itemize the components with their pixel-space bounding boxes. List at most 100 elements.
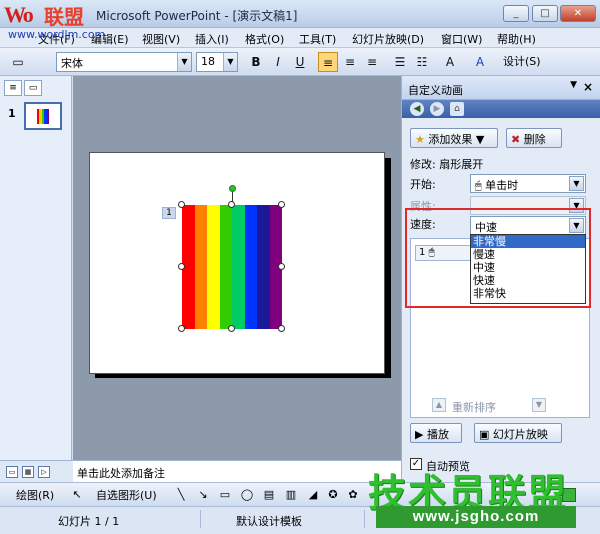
chevron-down-icon: ▼ xyxy=(569,218,584,233)
move-down-icon[interactable]: ▼ xyxy=(532,398,546,412)
task-pane-title: 自定义动画 xyxy=(408,84,463,97)
pane-tabs: ≡ ▭ xyxy=(4,80,64,96)
outline-tab-icon[interactable]: ≡ xyxy=(4,80,22,96)
status-template: 默认设计模板 xyxy=(236,515,302,528)
resize-handle[interactable] xyxy=(278,263,285,270)
delete-icon: ✖ xyxy=(511,133,521,146)
slideshow-icon: ▣ xyxy=(479,428,490,441)
slide[interactable]: 1 xyxy=(89,152,385,374)
menu-tools[interactable]: 工具(T) xyxy=(299,31,336,47)
rotation-handle[interactable] xyxy=(229,185,236,192)
slide-number: 1 xyxy=(8,107,16,120)
autoshapes-button[interactable]: 自选图形(U) xyxy=(96,487,157,503)
resize-handle[interactable] xyxy=(178,201,185,208)
bold-button[interactable]: B xyxy=(246,52,266,72)
arrow-icon[interactable]: ↘ xyxy=(196,488,210,502)
select-arrow-icon[interactable]: ↖ xyxy=(70,488,84,502)
add-effect-button[interactable]: ★ 添加效果 ▼ xyxy=(410,128,498,148)
resize-handle[interactable] xyxy=(228,325,235,332)
play-button[interactable]: ▶ 播放 xyxy=(410,423,462,443)
vertical-textbox-icon[interactable]: ▥ xyxy=(284,488,298,502)
numbered-list-icon[interactable]: ☰ xyxy=(390,52,410,72)
maximize-button[interactable]: □ xyxy=(532,5,558,22)
menu-window[interactable]: 窗口(W) xyxy=(441,31,482,47)
speed-option[interactable]: 慢速 xyxy=(471,248,585,261)
status-slide-count: 幻灯片 1 / 1 xyxy=(58,515,120,528)
speed-option[interactable]: 非常快 xyxy=(471,287,585,300)
textbox-icon[interactable]: ▤ xyxy=(262,488,276,502)
font-size-select[interactable]: 18 ▼ xyxy=(196,52,238,72)
notes-pane[interactable]: 单击此处添加备注 xyxy=(73,460,401,482)
delete-button[interactable]: ✖ 删除 xyxy=(506,128,562,148)
watermark-url: www.jsgho.com xyxy=(376,506,576,528)
menu-view[interactable]: 视图(V) xyxy=(142,31,180,47)
speed-option[interactable]: 中速 xyxy=(471,261,585,274)
align-left-icon[interactable]: ≡ xyxy=(318,52,338,72)
slideshow-view-icon[interactable]: ▷ xyxy=(38,466,50,478)
rectangle-icon[interactable]: ▭ xyxy=(218,488,232,502)
rainbow-stripe xyxy=(232,205,245,329)
start-select[interactable]: 🖱 单击时 ▼ xyxy=(470,174,586,193)
speed-label: 速度: xyxy=(410,218,436,231)
slide-thumbnail[interactable] xyxy=(24,102,62,130)
align-center-icon[interactable]: ≡ xyxy=(340,52,360,72)
status-divider xyxy=(364,510,365,528)
play-icon: ▶ xyxy=(415,428,424,441)
menu-format[interactable]: 格式(O) xyxy=(245,31,284,47)
bullet-list-icon[interactable]: ☷ xyxy=(412,52,432,72)
close-button[interactable]: ✕ xyxy=(560,5,596,22)
wordart-icon[interactable]: ◢ xyxy=(306,488,320,502)
site-logo-mark: Wo xyxy=(4,2,34,27)
view-buttons: ▭ ▦ ▷ xyxy=(0,460,73,482)
rainbow-shape[interactable] xyxy=(182,205,282,329)
speed-select[interactable]: 中速 ▼ xyxy=(470,216,586,235)
animation-order-tag[interactable]: 1 xyxy=(162,207,176,219)
align-right-icon[interactable]: ≡ xyxy=(362,52,382,72)
slides-pane: ≡ ▭ 1 xyxy=(0,76,72,460)
oval-icon[interactable]: ◯ xyxy=(240,488,254,502)
back-icon[interactable]: ◀ xyxy=(410,102,424,116)
home-icon[interactable]: ⌂ xyxy=(450,102,464,116)
slide-canvas: 1 xyxy=(73,76,401,460)
start-label: 开始: xyxy=(410,178,436,191)
window-title: Microsoft PowerPoint - [演示文稿1] xyxy=(96,9,298,23)
pane-menu-icon[interactable]: ▼ xyxy=(570,80,577,90)
rainbow-stripe xyxy=(257,205,270,329)
chevron-down-icon: ▼ xyxy=(177,53,191,71)
close-icon[interactable]: × xyxy=(583,80,593,94)
clipart-icon[interactable]: ✿ xyxy=(346,488,360,502)
speed-option[interactable]: 快速 xyxy=(471,274,585,287)
menu-slideshow[interactable]: 幻灯片放映(D) xyxy=(352,31,424,47)
sorter-view-icon[interactable]: ▦ xyxy=(22,466,34,478)
resize-handle[interactable] xyxy=(178,325,185,332)
speed-option[interactable]: 非常慢 xyxy=(471,235,585,248)
italic-button[interactable]: I xyxy=(268,52,288,72)
slides-tab-icon[interactable]: ▭ xyxy=(24,80,42,96)
font-color-icon[interactable]: A xyxy=(470,52,490,72)
draw-menu-button[interactable]: 绘图(R) xyxy=(16,487,54,503)
forward-icon[interactable]: ▶ xyxy=(430,102,444,116)
diagram-icon[interactable]: ✪ xyxy=(326,488,340,502)
resize-handle[interactable] xyxy=(278,325,285,332)
minimize-button[interactable]: _ xyxy=(503,5,529,22)
menu-help[interactable]: 帮助(H) xyxy=(497,31,536,47)
normal-view-icon[interactable]: ▭ xyxy=(6,466,18,478)
status-divider xyxy=(200,510,201,528)
underline-button[interactable]: U xyxy=(290,52,310,72)
resize-handle[interactable] xyxy=(278,201,285,208)
mouse-icon: 🖱 xyxy=(475,179,482,192)
notes-placeholder: 单击此处添加备注 xyxy=(77,467,165,480)
move-up-icon[interactable]: ▲ xyxy=(432,398,446,412)
slideshow-button[interactable]: ▣ 幻灯片放映 xyxy=(474,423,562,443)
reorder-label: 重新排序 xyxy=(452,401,496,414)
new-doc-icon[interactable]: ▭ xyxy=(8,52,28,72)
watermark-url-top: www.wordlm.com xyxy=(8,28,106,41)
grow-font-icon[interactable]: A xyxy=(440,52,460,72)
design-button[interactable]: 设计(S) xyxy=(503,53,541,69)
font-select[interactable]: 宋体 ▼ xyxy=(56,52,192,72)
resize-handle[interactable] xyxy=(178,263,185,270)
chevron-down-icon: ▼ xyxy=(223,53,237,71)
line-icon[interactable]: ╲ xyxy=(174,488,188,502)
menu-insert[interactable]: 插入(I) xyxy=(195,31,229,47)
resize-handle[interactable] xyxy=(228,201,235,208)
